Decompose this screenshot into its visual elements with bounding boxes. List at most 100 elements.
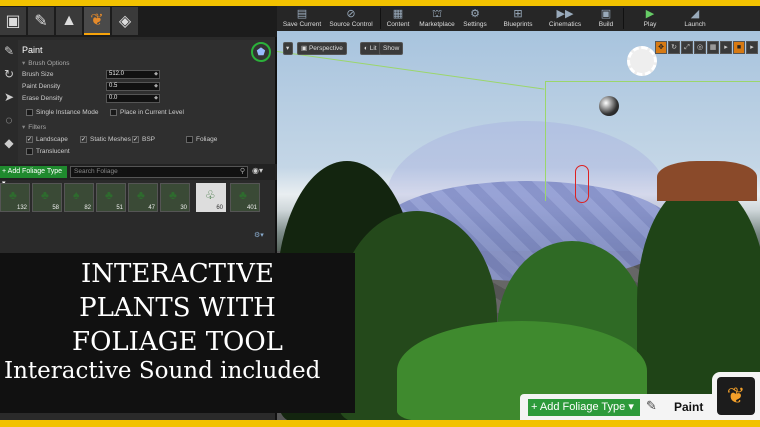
promo-title-line-3: FOLIAGE TOOL	[72, 327, 283, 357]
fill-tool-icon[interactable]: ◆	[1, 135, 17, 151]
snap-value-icon[interactable]: ▸	[720, 41, 732, 54]
filter-static-meshes-checkbox[interactable]: ✓ Static Meshes	[80, 136, 131, 143]
promo-panel: INTERACTIVE PLANTS WITH FOLIAGE TOOL Int…	[0, 253, 355, 413]
mode-tab-foliage[interactable]: ❦	[84, 7, 110, 35]
geometry-icon: ◈	[118, 13, 132, 30]
foliage-logo: ❦	[712, 372, 760, 420]
source-control-button[interactable]: ⊘ Source Control	[326, 7, 376, 30]
lasso-tool-icon[interactable]: ◌	[1, 112, 17, 128]
build-button[interactable]: ▣ Build	[593, 7, 619, 30]
content-button[interactable]: ▦ Content	[383, 7, 413, 30]
build-icon: ▣	[600, 8, 612, 20]
directional-light-icon[interactable]	[627, 46, 657, 76]
promo-title-line-2: PLANTS WITH	[79, 293, 276, 323]
brush-size-input[interactable]: 512.0 ◆	[106, 70, 160, 79]
mode-tab-paint[interactable]: ✎	[28, 7, 54, 35]
marketplace-icon: ⛫	[431, 8, 443, 20]
foliage-cluster	[657, 161, 757, 201]
filter-translucent-checkbox[interactable]: Translucent	[26, 148, 70, 155]
paint-label: Paint	[674, 400, 704, 414]
mode-tab-place[interactable]: ▣	[0, 7, 26, 35]
grid-icon[interactable]: ■	[733, 41, 745, 54]
play-button[interactable]: ▶ Play	[637, 7, 663, 30]
brush-icon: ✎	[34, 13, 48, 30]
save-icon: ▤	[296, 8, 308, 20]
foliage-mode-badge: + Add Foliage Type ▾ ✎ Paint	[520, 394, 712, 420]
snap-icon[interactable]: ▦	[707, 41, 719, 54]
content-icon: ▦	[392, 8, 404, 20]
search-icon: ⚲	[239, 168, 245, 175]
reflection-sphere	[599, 96, 619, 116]
plant-icon: ♣	[105, 188, 113, 202]
panel-title: Paint	[22, 45, 43, 55]
brush-options-header[interactable]: ▾ Brush Options	[22, 59, 69, 67]
plant-icon: ♣	[9, 188, 17, 202]
foliage-thumb[interactable]: ♣ 47	[128, 183, 158, 212]
place-in-level-checkbox[interactable]: Place in Current Level	[110, 109, 184, 116]
marketplace-button[interactable]: ⛫ Marketplace	[416, 7, 458, 30]
filter-landscape-checkbox[interactable]: ✓ Landscape	[26, 136, 68, 143]
plant-icon: ♣	[41, 188, 49, 202]
blueprints-button[interactable]: ⊞ Blueprints	[496, 7, 540, 30]
paint-mode-icon[interactable]: ⬟	[251, 42, 271, 62]
paint-density-input[interactable]: 0.5 ◆	[106, 82, 160, 91]
filters-header[interactable]: ▾ Filters	[22, 123, 46, 131]
foliage-thumb[interactable]: ♣ 58	[32, 183, 62, 212]
mode-tab-landscape[interactable]: ▲	[56, 7, 82, 35]
cinematics-button[interactable]: ▶▶ Cinematics	[545, 7, 585, 30]
foliage-thumbnails: ♣ 132 ♣ 58 ♠ 82 ♣ 51 ♣ 47 ♣ 30 ♧ 60 ♣ 401	[0, 183, 277, 213]
select-tool-icon[interactable]: ➤	[1, 89, 17, 105]
foliage-thumb-selected[interactable]: ♧ 60	[196, 183, 226, 212]
blueprints-icon: ⊞	[513, 8, 523, 20]
scale-icon[interactable]: ⤢	[681, 41, 693, 54]
selection-wireframe	[545, 81, 760, 82]
viewport-options-button[interactable]: ▾	[283, 42, 293, 55]
launch-button[interactable]: ◢ Launch	[680, 7, 710, 30]
world-icon[interactable]: ◎	[694, 41, 706, 54]
move-icon[interactable]: ✥	[655, 41, 667, 54]
gear-icon: ⚙	[470, 8, 480, 20]
filter-bsp-checkbox[interactable]: ✓ BSP	[132, 136, 155, 143]
reapply-tool-icon[interactable]: ↻	[1, 66, 17, 82]
foliage-thumb[interactable]: ♠ 82	[64, 183, 94, 212]
add-foliage-type-button-large[interactable]: + Add Foliage Type ▾	[528, 399, 640, 416]
foliage-thumb[interactable]: ♣ 132	[0, 183, 30, 212]
selection-wireframe	[545, 81, 546, 201]
erase-density-input[interactable]: 0.0 ◆	[106, 94, 160, 103]
plant-icon: ♣	[137, 188, 145, 202]
foliage-thumb[interactable]: ♣ 30	[160, 183, 190, 212]
filter-foliage-checkbox[interactable]: Foliage	[186, 136, 217, 143]
mode-tab-geometry[interactable]: ◈	[112, 7, 138, 35]
eye-icon[interactable]: ◉▾	[252, 166, 263, 175]
paint-tool-icon[interactable]: ✎	[1, 43, 17, 59]
search-foliage-input[interactable]: Search Foliage ⚲	[70, 166, 248, 178]
perspective-button[interactable]: ▣ Perspective	[297, 42, 347, 55]
player-capsule	[575, 165, 589, 203]
toolbar-divider	[623, 8, 624, 29]
selection-wireframe	[277, 51, 545, 90]
leaf-icon: ❦	[90, 12, 104, 29]
show-button[interactable]: Show	[379, 42, 404, 55]
plant-icon: ♣	[239, 188, 247, 202]
foliage-type-bar: + Add Foliage Type ▾ Search Foliage⚲ ◉▾	[0, 164, 277, 187]
plant-icon: ♣	[169, 188, 177, 202]
foliage-thumb[interactable]: ♣ 51	[96, 183, 126, 212]
mountain-icon: ▲	[61, 12, 77, 29]
foliage-thumb[interactable]: ♣ 401	[230, 183, 260, 212]
launch-icon: ◢	[690, 8, 700, 20]
viewport-gizmo-row: ✥ ↻ ⤢ ◎ ▦ ▸ ■ ▸	[654, 41, 758, 55]
add-foliage-type-button[interactable]: + Add Foliage Type ▾	[0, 166, 67, 187]
promo-subtitle: Interactive Sound included	[4, 358, 321, 384]
toolbar-divider	[380, 8, 381, 29]
foliage-tools: ✎ ↻ ➤ ◌ ◆	[0, 40, 18, 165]
promo-title-line-1: INTERACTIVE	[81, 259, 274, 289]
camera-speed-icon[interactable]: ▸	[746, 41, 758, 54]
source-control-icon: ⊘	[346, 8, 356, 20]
rotate-icon[interactable]: ↻	[668, 41, 680, 54]
single-instance-checkbox[interactable]: Single Instance Mode	[26, 109, 99, 116]
lit-button[interactable]: ◐ Lit	[360, 42, 381, 55]
paint-settings: Paint ⬟ ▾ Brush Options Brush Size 512.0 ◆…	[18, 40, 275, 164]
settings-button[interactable]: ⚙ Settings	[460, 7, 490, 30]
save-current-button[interactable]: ▤ Save Current	[281, 7, 323, 30]
view-options-icon[interactable]: ⚙▾	[254, 231, 264, 239]
